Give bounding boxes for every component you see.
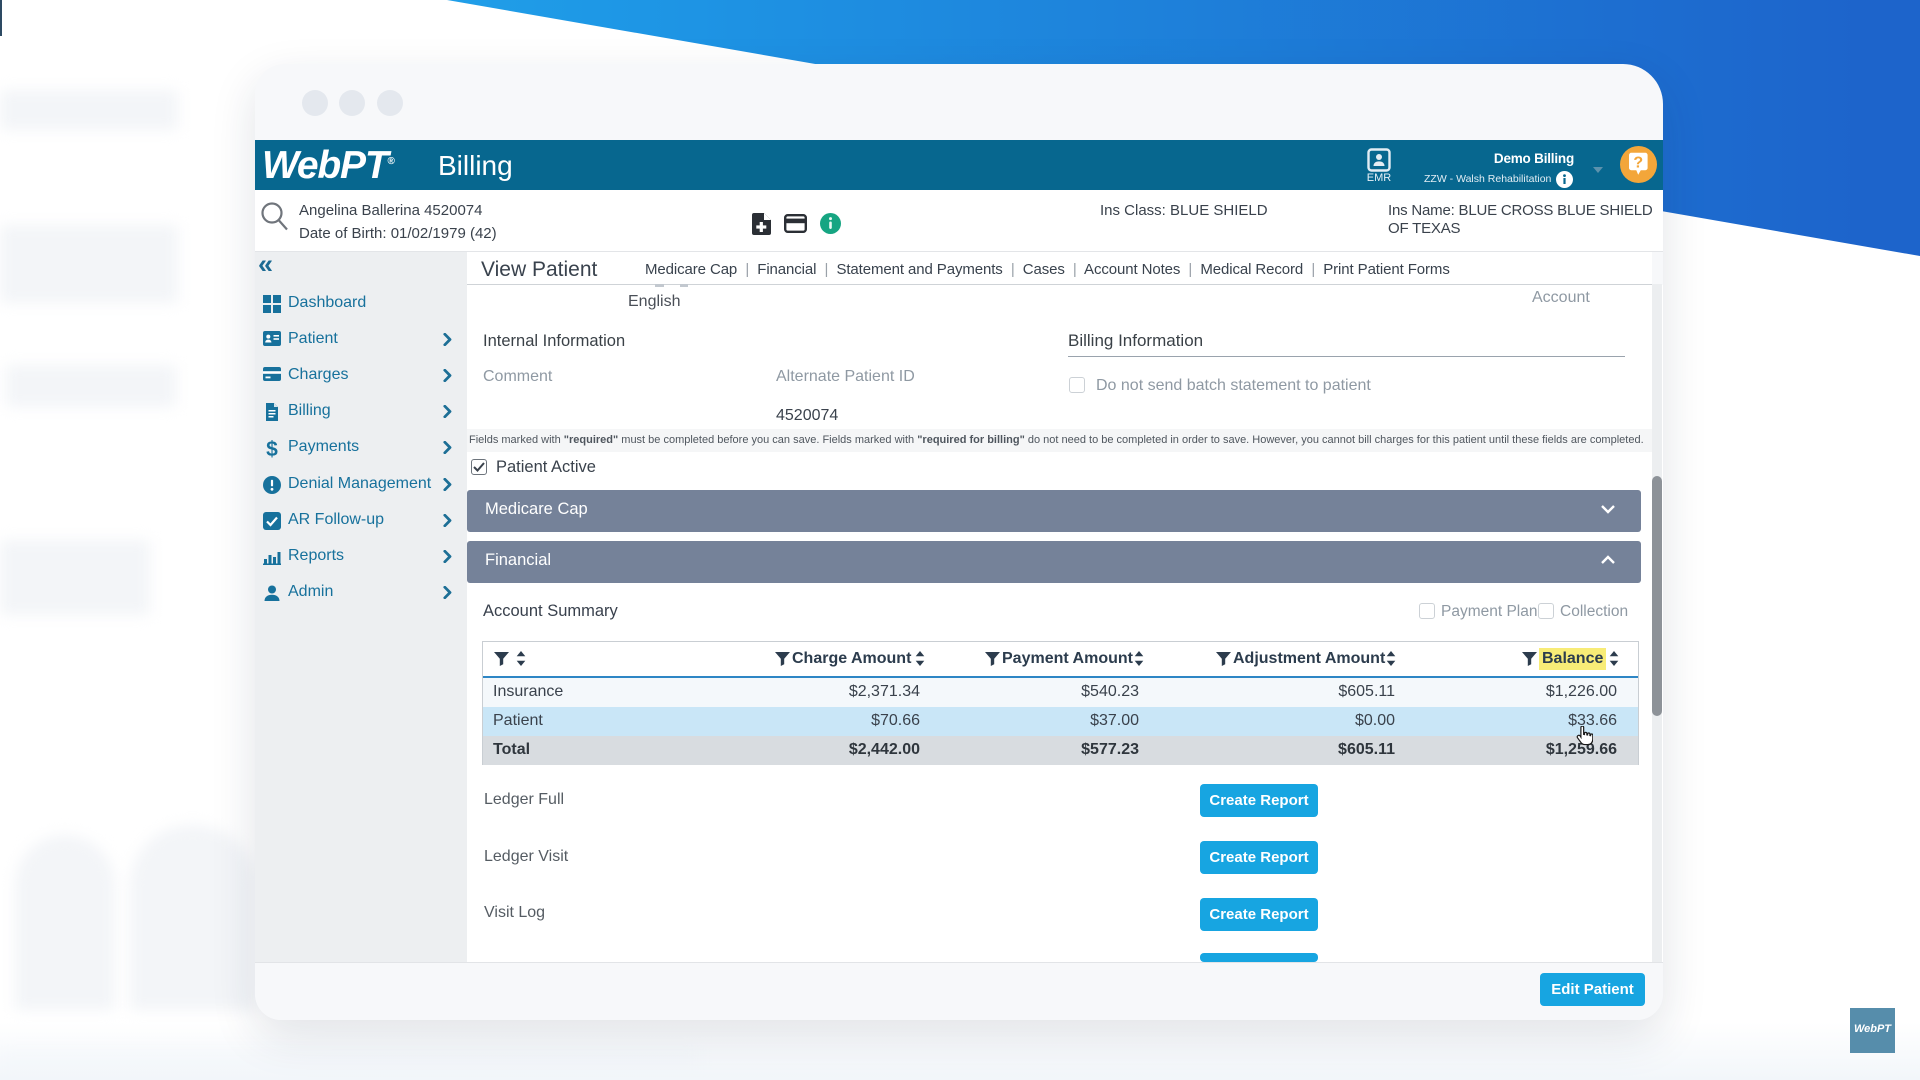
svg-text:?: ? <box>1633 155 1643 172</box>
svg-text:$: $ <box>266 439 278 459</box>
